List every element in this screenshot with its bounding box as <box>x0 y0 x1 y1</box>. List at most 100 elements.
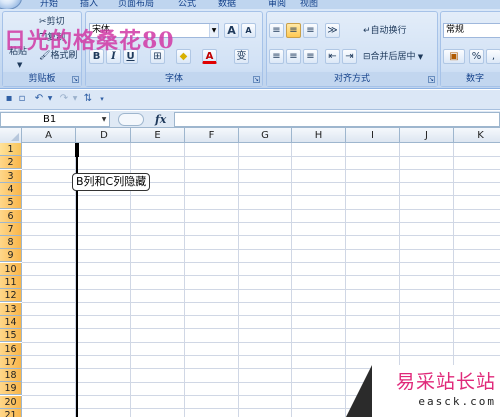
row-gridline <box>22 155 500 157</box>
column-header-j[interactable]: J <box>400 128 454 143</box>
font-group-label: 字体 <box>86 72 262 86</box>
row-header-11[interactable]: 11 <box>0 276 22 289</box>
orientation-icon[interactable]: ≫ <box>325 23 340 38</box>
comma-button[interactable]: , <box>486 49 500 64</box>
row-header-6[interactable]: 6 <box>0 209 22 223</box>
row-header-12[interactable]: 12 <box>0 289 22 303</box>
font-launcher-icon[interactable]: ↘ <box>253 76 260 83</box>
row-header-19[interactable]: 19 <box>0 382 22 396</box>
align-right-icon[interactable]: ≡ <box>303 49 318 64</box>
ribbon-tab-strip: 开始 插入 页面布局 公式 数据 审阅 视图 <box>0 0 500 9</box>
customize-qat-icon[interactable]: ▾ <box>96 93 108 105</box>
watermark-corner-shape <box>346 365 372 417</box>
row-gridline <box>22 222 500 223</box>
tab-formulas[interactable]: 公式 <box>178 0 196 9</box>
tab-insert[interactable]: 插入 <box>80 0 98 9</box>
quick-access-toolbar: ▪ ▫ ↶ ▼ ↷ ▼ ⇅ ▾ <box>0 90 500 110</box>
redo-dropdown-icon[interactable]: ▼ <box>69 93 81 105</box>
formula-bar-splitter[interactable] <box>118 113 144 126</box>
percent-button[interactable]: % <box>469 49 484 64</box>
clipboard-launcher-icon[interactable]: ↘ <box>72 76 79 83</box>
row-header-13[interactable]: 13 <box>0 302 22 316</box>
number-group: 常规 ▣ % , 数字 <box>440 11 500 87</box>
column-gridline <box>184 143 185 417</box>
row-header-1[interactable]: 1 <box>0 143 22 156</box>
row-header-4[interactable]: 4 <box>0 182 22 196</box>
undo-dropdown-icon[interactable]: ▼ <box>44 93 56 105</box>
save-icon[interactable]: ▪ <box>3 93 15 105</box>
column-header-d[interactable]: D <box>78 128 131 143</box>
selected-cell-b1[interactable] <box>75 143 79 157</box>
sort-icon[interactable]: ⇅ <box>82 93 94 105</box>
name-box[interactable]: B1 ▼ <box>0 112 110 127</box>
wrap-text-button[interactable]: ↵自动换行 <box>363 25 407 37</box>
row-header-10[interactable]: 10 <box>0 262 22 276</box>
row-header-21[interactable]: 21 <box>0 409 22 417</box>
row-header-9[interactable]: 9 <box>0 249 22 263</box>
column-header-i[interactable]: I <box>346 128 400 143</box>
shrink-font-button[interactable]: A <box>241 23 256 38</box>
watermark-text: 日光的格桑花80 <box>4 28 175 54</box>
row-header-8[interactable]: 8 <box>0 236 22 250</box>
merge-icon: ⊟ <box>363 52 371 62</box>
alignment-group-label: 对齐方式 <box>267 72 437 86</box>
column-header-k[interactable]: K <box>454 128 500 143</box>
column-header-a[interactable]: A <box>22 128 76 143</box>
column-header-bar: ADEFGHIJK <box>0 128 500 143</box>
row-header-20[interactable]: 20 <box>0 395 22 409</box>
align-center-icon[interactable]: ≡ <box>286 49 301 64</box>
row-gridline <box>22 355 500 356</box>
row-header-15[interactable]: 15 <box>0 329 22 343</box>
row-header-18[interactable]: 18 <box>0 369 22 383</box>
callout-label: B列和C列隐藏 <box>72 173 151 191</box>
tab-view[interactable]: 视图 <box>300 0 318 9</box>
column-header-f[interactable]: F <box>185 128 239 143</box>
row-gridline <box>22 248 500 250</box>
insert-function-button[interactable]: fx <box>155 113 166 126</box>
increase-indent-icon[interactable]: ⇥ <box>342 49 357 64</box>
row-header-16[interactable]: 16 <box>0 342 22 356</box>
row-header-14[interactable]: 14 <box>0 315 22 329</box>
callout-pointer <box>74 145 75 173</box>
row-header-17[interactable]: 17 <box>0 355 22 369</box>
select-all-button[interactable] <box>0 128 22 143</box>
number-format-select[interactable]: 常规 <box>443 23 500 38</box>
row-gridline <box>22 328 500 330</box>
document-icon[interactable]: ▫ <box>16 93 28 105</box>
site-watermark-url: easck.com <box>418 395 496 408</box>
alignment-launcher-icon[interactable]: ↘ <box>428 76 435 83</box>
chevron-down-icon[interactable]: ▼ <box>99 113 109 126</box>
paste-dropdown-icon[interactable]: ▼ <box>17 59 22 71</box>
worksheet-grid[interactable]: ADEFGHIJK 1 2 3 4 5 6 7 8 9 10 11 12 13 14 15 16 17 18 19 2… <box>0 128 500 417</box>
accounting-icon[interactable]: ▣ <box>443 49 465 64</box>
row-header-2[interactable]: 2 <box>0 156 22 170</box>
row-header-7[interactable]: 7 <box>0 222 22 236</box>
font-color-icon[interactable]: A <box>202 49 217 64</box>
align-left-icon[interactable]: ≡ <box>269 49 284 64</box>
column-header-e[interactable]: E <box>131 128 185 143</box>
tab-data[interactable]: 数据 <box>218 0 236 9</box>
merge-center-button[interactable]: ⊟合并后居中 ▼ <box>363 51 423 63</box>
formula-input[interactable] <box>174 112 500 127</box>
column-header-h[interactable]: H <box>292 128 346 143</box>
row-gridline <box>22 275 500 277</box>
site-watermark: 易采站长站 easck.com <box>346 365 500 417</box>
tab-home[interactable]: 开始 <box>40 0 58 9</box>
align-top-icon[interactable]: ≡ <box>269 23 284 38</box>
tab-review[interactable]: 审阅 <box>268 0 286 9</box>
tab-page-layout[interactable]: 页面布局 <box>118 0 154 9</box>
grow-font-button[interactable]: A <box>224 23 239 38</box>
chevron-down-icon: ▼ <box>209 24 218 37</box>
row-gridline <box>22 288 500 290</box>
row-header-5[interactable]: 5 <box>0 196 22 210</box>
chevron-down-icon: ▼ <box>415 53 424 61</box>
row-gridline <box>22 235 500 237</box>
phonetic-button[interactable]: 变 <box>234 49 249 64</box>
row-header-3[interactable]: 3 <box>0 169 22 183</box>
fill-color-icon[interactable]: ◆ <box>176 49 191 64</box>
wrap-icon: ↵ <box>363 26 371 36</box>
align-middle-icon[interactable]: ≡ <box>286 23 301 38</box>
align-bottom-icon[interactable]: ≡ <box>303 23 318 38</box>
decrease-indent-icon[interactable]: ⇤ <box>325 49 340 64</box>
column-header-g[interactable]: G <box>239 128 292 143</box>
